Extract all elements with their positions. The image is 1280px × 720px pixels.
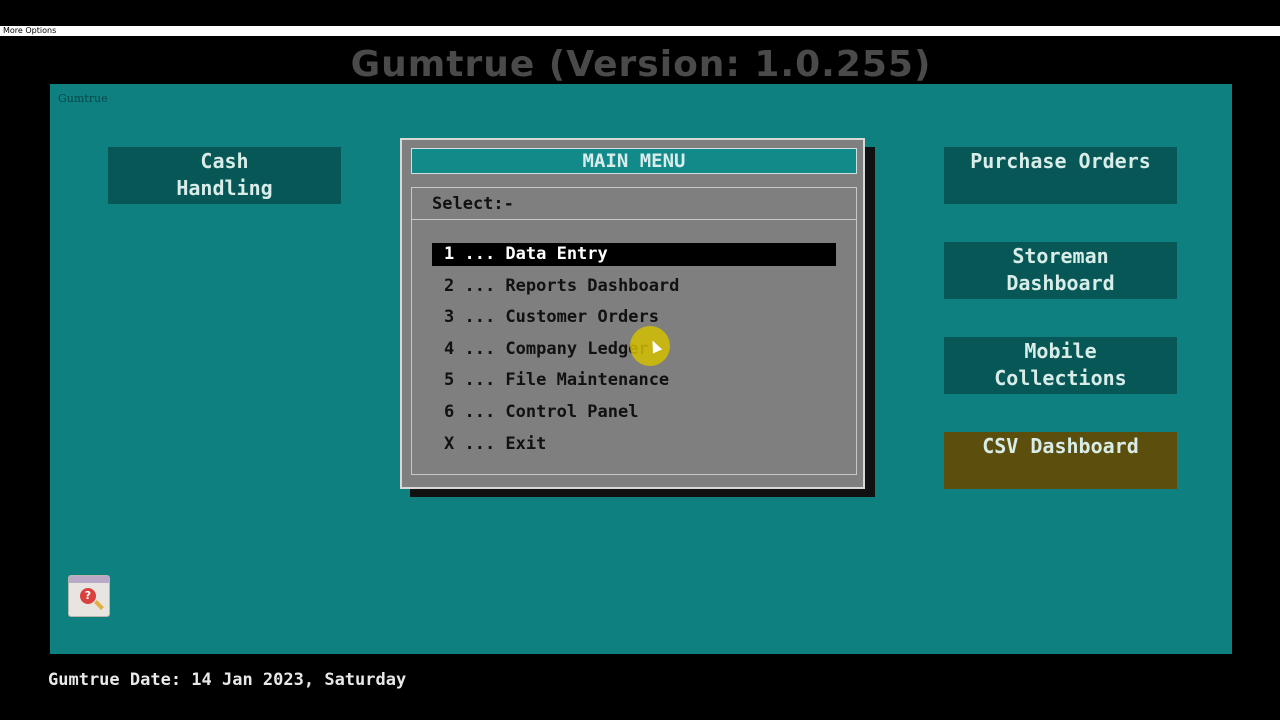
menu-item[interactable]: 6 ... Control Panel: [432, 401, 836, 424]
storeman-dashboard-button[interactable]: Storeman Dashboard: [944, 242, 1177, 299]
main-menu-title: MAIN MENU: [411, 148, 857, 174]
cash-handling-button[interactable]: Cash Handling: [108, 147, 341, 204]
help-icon-header: [69, 576, 109, 583]
top-options-bar[interactable]: More Options: [0, 26, 1280, 36]
app-title: Gumtrue (Version: 1.0.255): [350, 44, 932, 85]
menu-item[interactable]: 3 ... Customer Orders: [432, 306, 836, 329]
more-options-label[interactable]: More Options: [3, 25, 56, 36]
csv-dashboard-button[interactable]: CSV Dashboard: [944, 432, 1177, 489]
status-date: Gumtrue Date: 14 Jan 2023, Saturday: [48, 670, 407, 690]
mobile-collections-button[interactable]: Mobile Collections: [944, 337, 1177, 394]
menu-item[interactable]: 2 ... Reports Dashboard: [432, 275, 836, 298]
purchase-orders-button[interactable]: Purchase Orders: [944, 147, 1177, 204]
menu-item[interactable]: 1 ... Data Entry: [432, 243, 836, 266]
magnifier-handle-icon: [94, 600, 104, 610]
menu-item[interactable]: 5 ... File Maintenance: [432, 369, 836, 392]
main-menu-window: MAIN MENU Select:- 1 ... Data Entry 2 ...…: [400, 138, 865, 489]
main-menu-panel: Select:- 1 ... Data Entry 2 ... Reports D…: [411, 187, 857, 475]
select-label: Select:-: [412, 188, 856, 220]
menu-item[interactable]: X ... Exit: [432, 433, 836, 456]
desktop-label: Gumtrue: [58, 92, 108, 105]
help-search-icon[interactable]: ?: [68, 575, 110, 617]
